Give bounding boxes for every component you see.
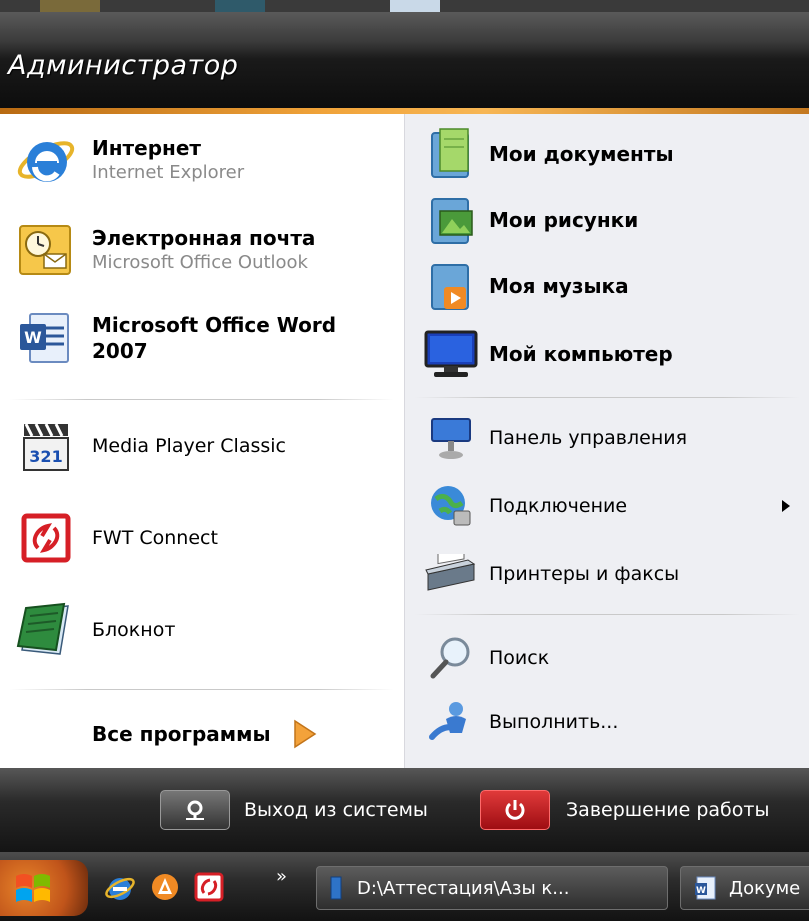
taskbar: » D:\Аттестация\Азы к... W Докуме — [0, 852, 809, 921]
start-menu-header: Администратор — [0, 12, 809, 110]
system-run[interactable]: Выполнить... — [419, 690, 618, 754]
recent-media-player-classic[interactable]: 321 Media Player Classic — [14, 414, 286, 478]
word-icon: W — [14, 306, 78, 370]
system-search-label: Поиск — [489, 647, 550, 669]
recent-notepad[interactable]: Блокнот — [14, 598, 175, 662]
place-my-computer[interactable]: Мой компьютер — [419, 322, 673, 386]
ie-quicklaunch-icon[interactable] — [104, 872, 136, 908]
place-my-documents[interactable]: Мои документы — [419, 122, 674, 186]
pinned-email[interactable]: Электронная почта Microsoft Office Outlo… — [14, 218, 315, 282]
pinned-separator — [10, 399, 394, 400]
place-my-documents-label: Мои документы — [489, 142, 674, 166]
system-separator — [415, 614, 800, 615]
system-search[interactable]: Поиск — [419, 626, 549, 690]
my-music-icon — [419, 254, 483, 318]
logoff-label[interactable]: Выход из системы — [244, 799, 428, 821]
recent-fwt-connect-label: FWT Connect — [92, 527, 218, 549]
pinned-email-subtitle: Microsoft Office Outlook — [92, 252, 308, 273]
outlook-icon — [14, 218, 78, 282]
media-player-classic-icon: 321 — [14, 414, 78, 478]
right-pane: Мои документы Мои рисунки Моя музыка Мой… — [404, 114, 809, 768]
system-connect[interactable]: Подключение — [419, 474, 799, 538]
internet-explorer-icon — [14, 128, 78, 192]
places-separator — [415, 397, 800, 398]
system-connect-label: Подключение — [489, 495, 628, 517]
logoff-key-icon — [182, 799, 208, 821]
my-pictures-icon — [419, 188, 483, 252]
fwt-connect-icon — [14, 506, 78, 570]
svg-text:W: W — [696, 886, 706, 896]
task-label-attestation: D:\Аттестация\Азы к... — [357, 877, 570, 899]
run-icon — [419, 690, 483, 754]
quick-launch-more[interactable]: » — [276, 866, 287, 887]
pinned-word-title-line1: Microsoft Office Word — [92, 313, 337, 337]
recent-notepad-label: Блокнот — [92, 619, 176, 641]
system-run-label: Выполнить... — [489, 711, 619, 733]
pinned-word-title-line2: 2007 — [92, 339, 148, 363]
system-control-panel[interactable]: Панель управления — [419, 406, 687, 470]
system-printers-label: Принтеры и факсы — [489, 563, 680, 585]
all-programs-button[interactable]: Все программы — [92, 714, 317, 754]
task-button-attestation[interactable]: D:\Аттестация\Азы к... — [316, 866, 668, 910]
pinned-email-title: Электронная почта — [92, 226, 316, 250]
recent-separator — [10, 689, 394, 690]
submenu-arrow-icon — [781, 499, 791, 513]
pinned-word[interactable]: W Microsoft Office Word 2007 — [14, 306, 336, 370]
power-icon — [503, 798, 527, 822]
task-label-document: Докуме — [729, 877, 801, 899]
printer-icon — [419, 542, 483, 606]
start-menu-footer: Выход из системы Завершение работы — [0, 768, 809, 852]
my-documents-icon — [419, 122, 483, 186]
user-name: Администратор — [8, 50, 239, 81]
desktop-fragment — [390, 0, 440, 12]
shutdown-label[interactable]: Завершение работы — [566, 799, 769, 821]
left-pane: Интернет Internet Explorer Электронная п… — [0, 114, 404, 768]
place-my-pictures[interactable]: Мои рисунки — [419, 188, 638, 252]
windows-logo-icon — [14, 870, 54, 910]
system-control-panel-label: Панель управления — [489, 427, 688, 449]
all-programs-label: Все программы — [92, 722, 271, 746]
task-button-document[interactable]: W Докуме — [680, 866, 809, 910]
start-button[interactable] — [0, 860, 88, 916]
word-doc-icon: W — [693, 875, 719, 901]
pinned-internet-subtitle: Internet Explorer — [92, 162, 245, 183]
book-icon — [329, 875, 343, 901]
orange-arrow-icon — [291, 719, 317, 749]
control-panel-icon — [419, 406, 483, 470]
recent-media-player-classic-label: Media Player Classic — [92, 435, 286, 457]
my-computer-icon — [419, 322, 483, 386]
place-my-music[interactable]: Моя музыка — [419, 254, 629, 318]
place-my-music-label: Моя музыка — [489, 274, 629, 298]
shutdown-button[interactable] — [480, 790, 550, 830]
notepad-icon — [14, 598, 78, 662]
recent-fwt-connect[interactable]: FWT Connect — [14, 506, 218, 570]
svg-text:W: W — [24, 328, 42, 347]
fwt-quicklaunch-icon[interactable] — [194, 872, 224, 906]
desktop-fragment — [215, 0, 265, 12]
network-connect-icon — [419, 474, 483, 538]
logoff-button[interactable] — [160, 790, 230, 830]
svg-text:321: 321 — [29, 447, 62, 466]
place-my-computer-label: Мой компьютер — [489, 342, 673, 366]
avast-icon[interactable] — [150, 872, 180, 906]
search-icon — [419, 626, 483, 690]
pinned-internet[interactable]: Интернет Internet Explorer — [14, 128, 244, 192]
place-my-pictures-label: Мои рисунки — [489, 208, 639, 232]
system-printers[interactable]: Принтеры и факсы — [419, 542, 679, 606]
desktop-strip — [0, 0, 809, 12]
pinned-internet-title: Интернет — [92, 136, 202, 160]
desktop-fragment — [40, 0, 100, 12]
